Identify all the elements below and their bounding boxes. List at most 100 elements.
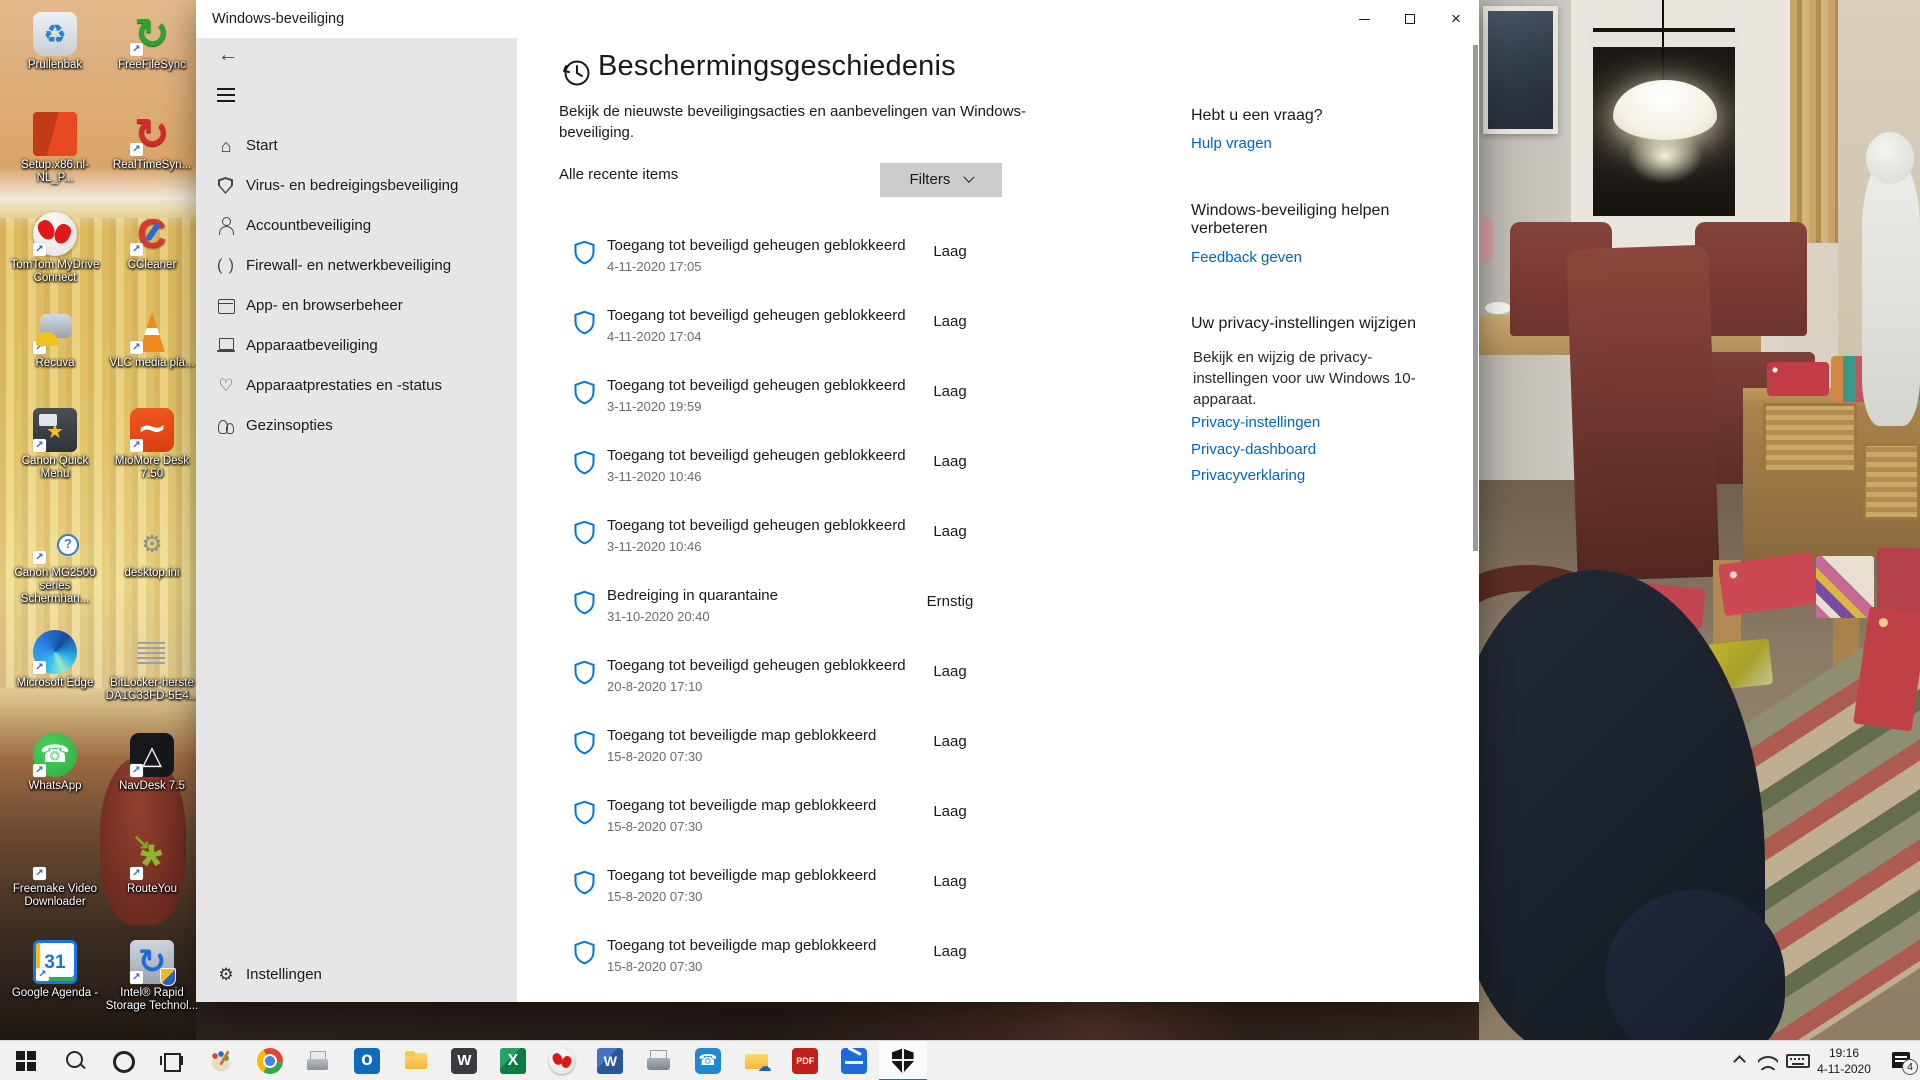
shield-icon	[571, 939, 598, 966]
taskbar: 19:16 4-11-2020 4	[0, 1040, 1920, 1080]
desktop-icon-prullenbak[interactable]: Prullenbak	[7, 12, 103, 72]
desktop-icon-vlc[interactable]: ↗ VLC media pla...	[104, 310, 200, 370]
desktop-icon-art: ↗	[33, 310, 77, 354]
desktop-icon-tomtom[interactable]: ↗ TomTom MyDrive Connect	[7, 212, 103, 285]
fax-app[interactable]	[294, 1041, 342, 1080]
desktop-icon-freefilesync[interactable]: ↗ FreeFileSync	[104, 12, 200, 72]
history-row[interactable]: Toegang tot beveiligd geheugen geblokkee…	[559, 228, 1279, 298]
pdf-reader-app[interactable]	[781, 1041, 829, 1080]
desktop-icon-routeyou[interactable]: ↗ RouteYou	[104, 836, 200, 896]
shortcut-arrow-icon: ↗	[130, 341, 143, 354]
task-view-button[interactable]	[148, 1041, 196, 1080]
history-row[interactable]: Toegang tot beveiligd geheugen geblokkee…	[559, 508, 1279, 578]
history-row-title: Toegang tot beveiligd geheugen geblokkee…	[607, 447, 906, 464]
tray-clock[interactable]: 19:16 4-11-2020	[1812, 1045, 1876, 1077]
shield-icon	[571, 869, 598, 896]
sidebar-item-person[interactable]: Accountbeveiliging	[196, 206, 517, 246]
back-button[interactable]: ←	[208, 40, 248, 70]
chrome-app[interactable]	[246, 1041, 294, 1080]
desktop-icon-whatsapp[interactable]: ↗ WhatsApp	[7, 733, 103, 793]
excel-app[interactable]	[489, 1041, 537, 1080]
maximize-button[interactable]	[1387, 0, 1433, 38]
sidebar-item-shield[interactable]: Virus- en bedreigingsbeveiliging	[196, 166, 517, 206]
title-bar[interactable]: Windows-beveiliging ×	[196, 0, 1479, 38]
scanner-app[interactable]	[635, 1041, 683, 1080]
desktop-icon-navdesk[interactable]: ↗ NavDesk 7.5	[104, 733, 200, 793]
history-row[interactable]: Toegang tot beveiligde map geblokkeerd 1…	[559, 928, 1279, 998]
history-row[interactable]: Toegang tot beveiligde map geblokkeerd 1…	[559, 858, 1279, 928]
help-question-link[interactable]: Hulp vragen	[1191, 135, 1272, 152]
desktop-icon-freemake[interactable]: ↗ Freemake Video Downloader	[7, 836, 103, 909]
desktop-icon-setup[interactable]: Setup.x86.nl-NL_P...	[7, 112, 103, 185]
sidebar-item-health[interactable]: Apparaatprestaties en -status	[196, 366, 517, 406]
desktop-icon-edge[interactable]: ↗ Microsoft Edge	[7, 630, 103, 690]
history-row[interactable]: Toegang tot beveiligd geheugen geblokkee…	[559, 438, 1279, 508]
sidebar-item-family[interactable]: Gezinsopties	[196, 406, 517, 446]
desktop-icon-bitlocker[interactable]: BitLocker-herste DA1C33FD-5E4...	[104, 630, 200, 703]
sidebar-item-instellingen[interactable]: ⚙ Instellingen	[196, 955, 517, 995]
word-dark-app[interactable]	[440, 1041, 488, 1080]
history-row-severity: Laag	[870, 873, 1030, 890]
history-row-severity: Laag	[870, 663, 1030, 680]
shortcut-arrow-icon: ↗	[130, 971, 143, 984]
history-row[interactable]: Toegang tot beveiligd geheugen geblokkee…	[559, 648, 1279, 718]
minimize-button[interactable]	[1341, 0, 1387, 38]
windows-security-app[interactable]	[879, 1041, 927, 1080]
privacy-link[interactable]: Privacyverklaring	[1191, 467, 1305, 484]
sidebar-item-label: Start	[246, 126, 278, 166]
desktop-icon-realtimesync[interactable]: ↗ RealTimeSyn...	[104, 112, 200, 172]
history-row-date: 3-11-2020 10:46	[607, 469, 701, 484]
scrollbar-thumb[interactable]	[1473, 45, 1478, 551]
shield-icon	[571, 239, 598, 266]
history-row[interactable]: Bedreiging in quarantaine 31-10-2020 20:…	[559, 578, 1279, 648]
desktop-icon-label: TomTom MyDrive Connect	[7, 259, 103, 285]
tomtom-mydrive-app[interactable]	[538, 1041, 586, 1080]
desktop-icon-ccleaner[interactable]: ↗ CCleaner	[104, 212, 200, 272]
filters-button[interactable]: Filters	[880, 163, 1002, 197]
filters-label: Filters	[909, 171, 950, 188]
history-row[interactable]: Toegang tot beveiligde map geblokkeerd 1…	[559, 718, 1279, 788]
privacy-link[interactable]: Privacy-instellingen	[1191, 414, 1320, 431]
shield-icon	[571, 519, 598, 546]
wifi-icon[interactable]	[1758, 1052, 1778, 1070]
desktop-icon-desktopini[interactable]: desktop.ini	[104, 520, 200, 580]
tray-expand-icon[interactable]	[1733, 1055, 1746, 1068]
word-app[interactable]	[586, 1041, 634, 1080]
sidebar-item-apps[interactable]: App- en browserbeheer	[196, 286, 517, 326]
shortcut-arrow-icon: ↗	[33, 243, 46, 256]
onedrive-folder[interactable]	[733, 1041, 781, 1080]
history-row[interactable]: Toegang tot beveiligde map geblokkeerd 1…	[559, 788, 1279, 858]
desktop-icon-canonquick[interactable]: ↗ Canon Quick Menu	[7, 408, 103, 481]
history-row-title: Toegang tot beveiligd geheugen geblokkee…	[607, 377, 906, 394]
help-improve-link[interactable]: Feedback geven	[1191, 249, 1302, 266]
desktop-icon-intelrst[interactable]: ↗ Intel® Rapid Storage Technol...	[104, 940, 200, 1013]
desktop-icon-art: ↗	[130, 940, 174, 984]
whatsapp-app[interactable]	[684, 1041, 732, 1080]
outlook-app[interactable]	[343, 1041, 391, 1080]
desktop-icon-recuva[interactable]: ↗ Recuva	[7, 310, 103, 370]
search-button[interactable]	[51, 1041, 99, 1080]
paint-app[interactable]	[197, 1041, 245, 1080]
sidebar-item-device[interactable]: Apparaatbeveiliging	[196, 326, 517, 366]
file-explorer[interactable]	[392, 1041, 440, 1080]
desktop-icon-googleagenda[interactable]: ↗ Google Agenda -	[7, 940, 103, 1000]
desktop-icon-canonmg[interactable]: ↗ Canon MG2500 series Schermhan...	[7, 520, 103, 606]
history-row[interactable]: Toegang tot beveiligd geheugen geblokkee…	[559, 368, 1279, 438]
menu-toggle-button[interactable]	[217, 88, 235, 102]
sidebar-item-firewall[interactable]: Firewall- en netwerkbeveiliging	[196, 246, 517, 286]
touch-keyboard-icon[interactable]	[1786, 1054, 1810, 1068]
cortana-button[interactable]	[99, 1041, 147, 1080]
shortcut-arrow-icon: ↗	[33, 661, 46, 674]
desktop-icon-art: ↗	[130, 212, 174, 256]
history-row-severity: Laag	[870, 313, 1030, 330]
sidebar-item-home[interactable]: Start	[196, 126, 517, 166]
close-button[interactable]: ×	[1433, 0, 1479, 38]
help-improve-heading: Windows-beveiliging helpen verbeteren	[1191, 202, 1426, 238]
history-row[interactable]: Toegang tot beveiligd geheugen geblokkee…	[559, 298, 1279, 368]
scan-utility-app[interactable]	[830, 1041, 878, 1080]
privacy-link[interactable]: Privacy-dashboard	[1191, 441, 1316, 458]
start-button[interactable]	[2, 1041, 50, 1080]
desktop-icon-miomore[interactable]: ↗ MioMore Desk 7.50	[104, 408, 200, 481]
desktop-icon-art: ↗	[33, 836, 77, 880]
history-row-severity: Laag	[870, 803, 1030, 820]
